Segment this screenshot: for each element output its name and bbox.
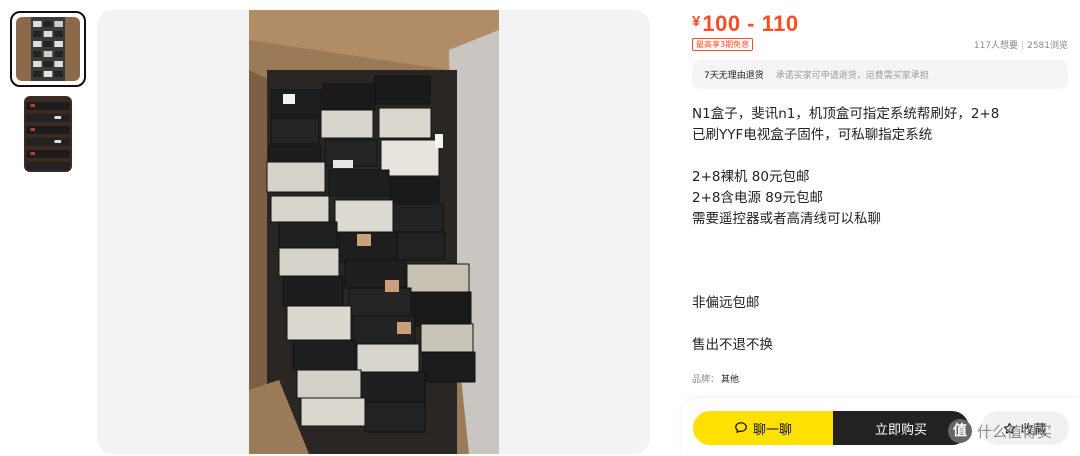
installment-badge[interactable]: 最高享3期免息 <box>692 38 754 51</box>
brand-info: 品牌： 其他 <box>692 372 739 385</box>
description-line <box>692 146 1062 167</box>
guarantee-description: 承诺买家可申请退货，运费需买家承担 <box>775 71 929 81</box>
thumbnail-1[interactable] <box>10 11 86 87</box>
stats-divider: | <box>1021 41 1025 51</box>
brand-label: 品牌： <box>692 375 720 385</box>
price: ¥100 - 110 <box>692 11 799 37</box>
description-line: 售出不退不换 <box>692 337 773 353</box>
thumbnail-2[interactable] <box>10 94 86 174</box>
chat-button-label: 聊一聊 <box>752 421 792 437</box>
description-line: 需要遥控器或者高清线可以私聊 <box>692 211 881 227</box>
description-line: 已刷YYF电视盒子固件，可私聊指定系统 <box>692 127 933 143</box>
main-image-viewer[interactable] <box>97 10 650 454</box>
description-line: 非偏远包邮 <box>692 295 760 311</box>
watermark-text: 什么值得买 <box>977 422 1053 441</box>
guarantee-title: 7天无理由退货 <box>704 71 764 81</box>
price-value: 100 - 110 <box>702 11 799 36</box>
description-line <box>692 272 1062 293</box>
views-count: 2581浏览 <box>1027 41 1068 51</box>
description-line: 2+8含电源 89元包邮 <box>692 190 823 206</box>
brand-value: 其他 <box>721 375 740 385</box>
chat-bubble-icon <box>735 422 747 433</box>
price-currency: ¥ <box>692 13 701 30</box>
site-watermark: 值 什么值得买 <box>948 419 1052 443</box>
thumbnail-image-stack <box>24 96 72 172</box>
item-description: N1盒子，斐讯n1，机顶盒可指定系统帮刷好，2+8 已刷YYF电视盒子固件，可私… <box>692 104 1062 356</box>
description-line: N1盒子，斐讯n1，机顶盒可指定系统帮刷好，2+8 <box>692 106 1000 122</box>
watermark-logo: 值 <box>948 419 972 443</box>
item-stats: 117人想要 | 2581浏览 <box>974 38 1068 51</box>
description-line <box>692 251 1062 272</box>
chat-button[interactable]: 聊一聊 <box>693 411 833 445</box>
description-line <box>692 314 1062 335</box>
description-line <box>692 230 1062 251</box>
buy-now-label: 立即购买 <box>874 421 927 437</box>
wants-count: 117人想要 <box>973 41 1019 51</box>
thumbnail-image-boxes <box>16 17 80 81</box>
product-photo <box>249 10 499 454</box>
description-line: 2+8裸机 80元包邮 <box>692 169 810 185</box>
return-guarantee[interactable]: 7天无理由退货 承诺买家可申请退货，运费需买家承担 <box>692 60 1068 89</box>
